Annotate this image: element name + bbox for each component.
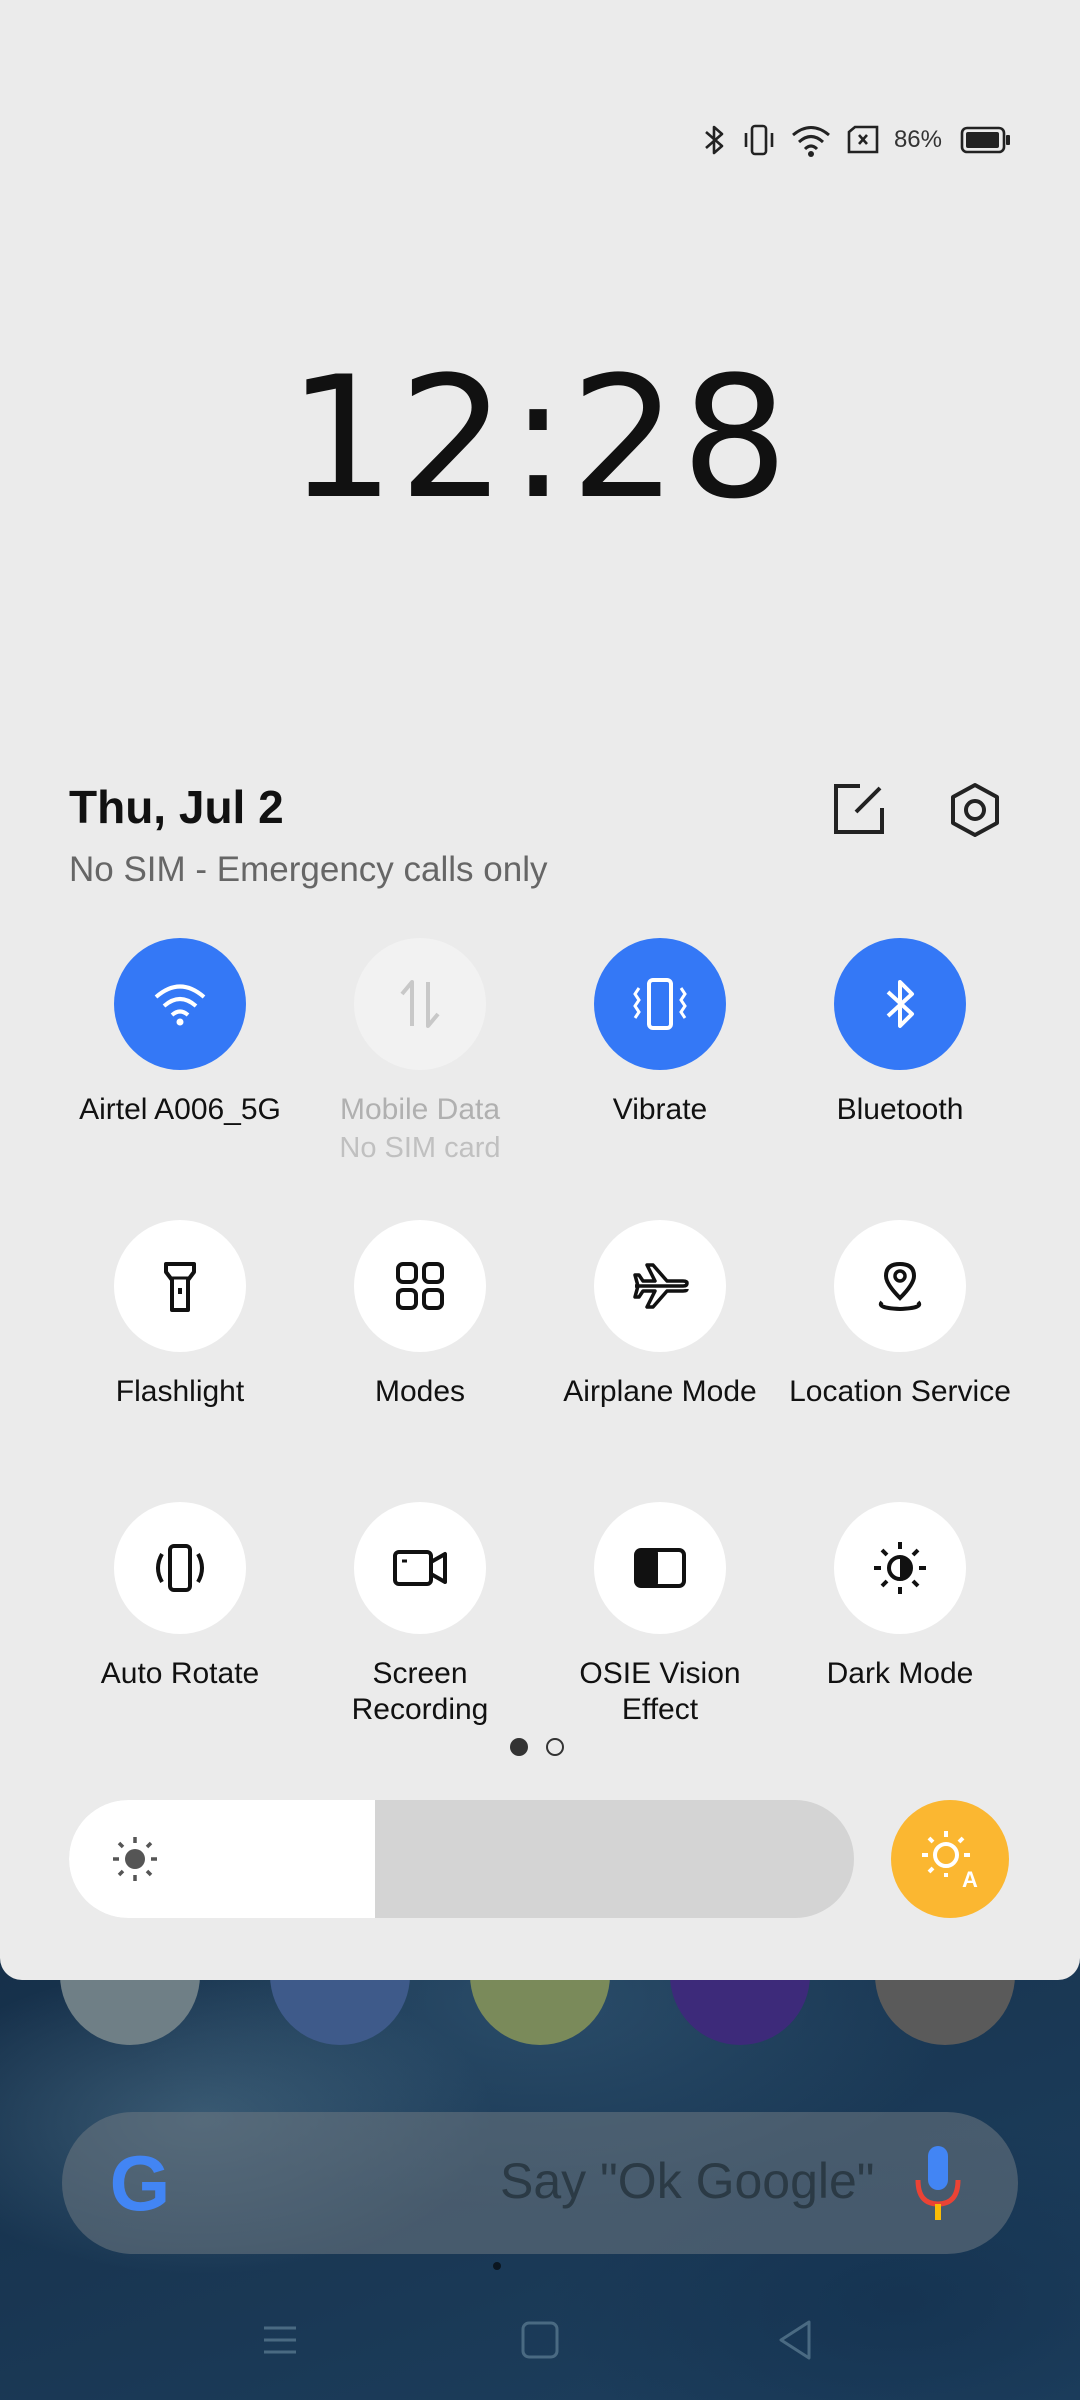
search-placeholder: Say "Ok Google" bbox=[500, 2153, 875, 2209]
page-dot-1[interactable] bbox=[510, 1738, 528, 1756]
location-pin-icon bbox=[878, 1261, 922, 1312]
screen-recording-toggle[interactable] bbox=[354, 1502, 486, 1634]
auto-brightness-icon: A bbox=[922, 1831, 978, 1891]
google-logo-icon: G bbox=[109, 2139, 171, 2227]
airplane-toggle[interactable] bbox=[594, 1220, 726, 1352]
modes-toggle[interactable] bbox=[354, 1220, 486, 1352]
battery-icon bbox=[960, 126, 1010, 154]
modes-label: Modes bbox=[374, 1375, 466, 1408]
flashlight-toggle[interactable] bbox=[114, 1220, 246, 1352]
tile-location-service[interactable]: Location Service bbox=[780, 1220, 1020, 1410]
google-search-bar[interactable]: G Say "Ok Google" bbox=[62, 2112, 1018, 2254]
home-icon[interactable] bbox=[510, 2310, 570, 2370]
tile-mobile-data[interactable]: Mobile Data No SIM card bbox=[300, 938, 540, 1168]
bluetooth-label: Bluetooth bbox=[836, 1093, 964, 1126]
mobile-data-icon bbox=[400, 980, 440, 1028]
tile-flashlight[interactable]: Flashlight bbox=[60, 1220, 300, 1410]
tile-vibrate[interactable]: Vibrate bbox=[540, 938, 780, 1128]
dark-mode-toggle[interactable] bbox=[834, 1502, 966, 1634]
tile-page-indicator bbox=[510, 1738, 564, 1756]
vibrate-status-icon bbox=[744, 124, 774, 156]
screen-recording-icon bbox=[393, 1550, 447, 1586]
page-indicator-dot bbox=[493, 2262, 501, 2270]
osie-vision-icon bbox=[634, 1548, 686, 1588]
bluetooth-icon bbox=[886, 980, 914, 1028]
modes-icon bbox=[396, 1262, 444, 1310]
vibrate-label: Vibrate bbox=[612, 1093, 708, 1126]
dark-mode-icon bbox=[874, 1542, 926, 1594]
tile-screen-recording[interactable]: Screen Recording bbox=[300, 1502, 540, 1728]
mobile-data-sublabel: No SIM card bbox=[339, 1132, 501, 1164]
navigation-bar bbox=[0, 2290, 1080, 2400]
wifi-icon bbox=[154, 984, 206, 1026]
mobile-data-toggle[interactable] bbox=[354, 938, 486, 1070]
tile-wifi[interactable]: Airtel A006_5G bbox=[60, 938, 300, 1128]
wifi-toggle[interactable] bbox=[114, 938, 246, 1070]
clock: 12:28 bbox=[287, 340, 793, 536]
svg-text:A: A bbox=[962, 1867, 978, 1891]
airplane-label: Airplane Mode bbox=[563, 1375, 757, 1408]
page-dot-2[interactable] bbox=[546, 1738, 564, 1756]
tile-bluetooth[interactable]: Bluetooth bbox=[780, 938, 1020, 1128]
bluetooth-status-icon bbox=[705, 125, 724, 155]
no-sim-icon bbox=[847, 125, 879, 154]
tile-modes[interactable]: Modes bbox=[300, 1220, 540, 1410]
location-toggle[interactable] bbox=[834, 1220, 966, 1352]
mic-icon[interactable] bbox=[908, 2142, 968, 2226]
airplane-icon bbox=[633, 1263, 689, 1309]
tile-dark-mode[interactable]: Dark Mode bbox=[780, 1502, 1020, 1692]
settings-gear-icon[interactable] bbox=[945, 780, 1005, 840]
auto-rotate-toggle[interactable] bbox=[114, 1502, 246, 1634]
recents-icon[interactable] bbox=[250, 2310, 310, 2370]
status-bar: 86% bbox=[702, 118, 1012, 162]
wifi-status-icon bbox=[791, 126, 830, 157]
auto-rotate-label: Auto Rotate bbox=[100, 1657, 260, 1690]
auto-brightness-button[interactable]: A bbox=[891, 1800, 1009, 1918]
date: Thu, Jul 2 bbox=[69, 781, 284, 833]
flashlight-icon bbox=[164, 1262, 196, 1312]
brightness-slider[interactable] bbox=[69, 1800, 854, 1918]
mobile-data-label: Mobile Data bbox=[339, 1093, 501, 1126]
osie-toggle[interactable] bbox=[594, 1502, 726, 1634]
osie-label: OSIE Vision Effect bbox=[579, 1657, 741, 1726]
sim-status: No SIM - Emergency calls only bbox=[69, 850, 548, 889]
tile-auto-rotate[interactable]: Auto Rotate bbox=[60, 1502, 300, 1692]
edit-tiles-icon[interactable] bbox=[830, 780, 888, 838]
vibrate-toggle[interactable] bbox=[594, 938, 726, 1070]
bluetooth-toggle[interactable] bbox=[834, 938, 966, 1070]
vibrate-icon bbox=[633, 978, 687, 1030]
quick-settings-panel: 86% 12:28 Thu, Jul 2 No SIM - Emergency … bbox=[0, 0, 1080, 1980]
flashlight-label: Flashlight bbox=[115, 1375, 245, 1408]
tile-airplane-mode[interactable]: Airplane Mode bbox=[540, 1220, 780, 1410]
location-label: Location Service bbox=[789, 1375, 1011, 1408]
tile-osie-vision-effect[interactable]: OSIE Vision Effect bbox=[540, 1502, 780, 1728]
back-icon[interactable] bbox=[765, 2310, 825, 2370]
battery-percent: 86% bbox=[893, 126, 942, 153]
wifi-label: Airtel A006_5G bbox=[79, 1093, 281, 1126]
auto-rotate-icon bbox=[156, 1544, 204, 1592]
brightness-sun-icon bbox=[113, 1837, 157, 1881]
screen-recording-label: Screen Recording bbox=[351, 1657, 489, 1726]
dark-mode-label: Dark Mode bbox=[826, 1657, 974, 1690]
